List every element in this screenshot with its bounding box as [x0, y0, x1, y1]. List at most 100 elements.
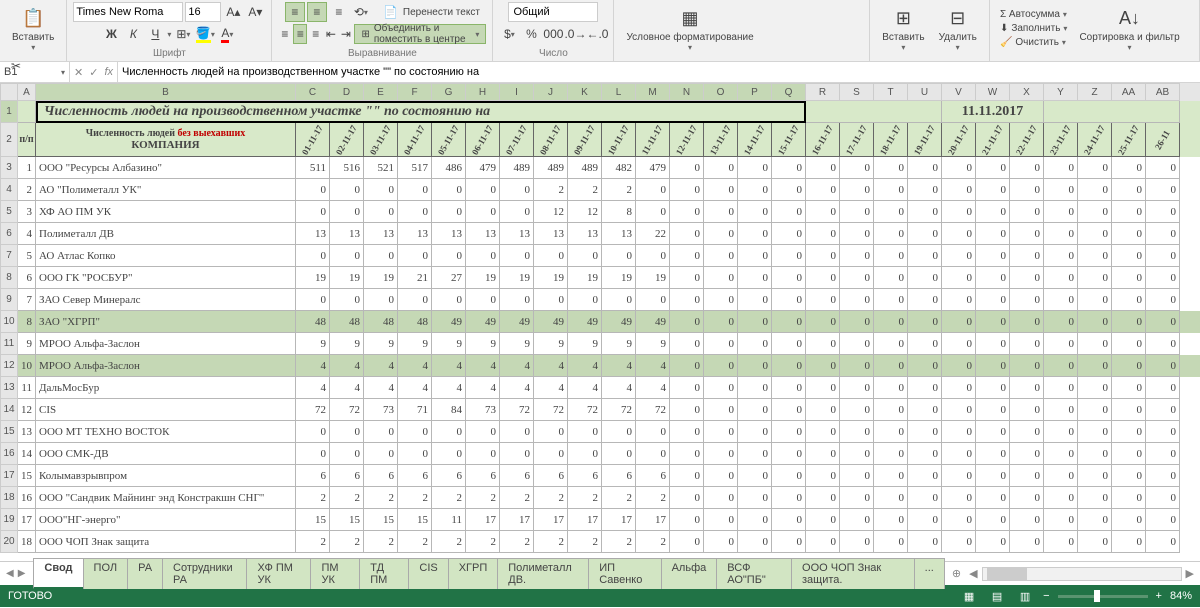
column-header[interactable]: D: [330, 83, 364, 101]
select-all-corner[interactable]: [0, 83, 18, 101]
clear-button[interactable]: 🧹Очистить▾: [996, 36, 1072, 49]
row-header[interactable]: 14: [0, 399, 18, 421]
add-sheet-button[interactable]: ⊕: [944, 565, 969, 582]
page-layout-view-button[interactable]: ▤: [987, 587, 1007, 605]
indent-inc-button[interactable]: ⇥: [339, 24, 352, 44]
bold-button[interactable]: Ж: [101, 24, 121, 44]
row-header[interactable]: 4: [0, 179, 18, 201]
column-header[interactable]: A: [18, 83, 36, 101]
column-header[interactable]: L: [602, 83, 636, 101]
row-header[interactable]: 2: [0, 123, 18, 157]
font-name-select[interactable]: [73, 2, 183, 22]
sheet-tab[interactable]: Альфа: [661, 558, 718, 589]
align-right-button[interactable]: ≡: [309, 24, 322, 44]
column-header[interactable]: X: [1010, 83, 1044, 101]
sheet-tab[interactable]: ООО ЧОП Знак защита.: [791, 558, 915, 589]
sheet-tab[interactable]: ХГРП: [448, 558, 499, 589]
sheet-tab[interactable]: ИП Савенко: [588, 558, 661, 589]
paste-button[interactable]: 📋 Вставить ▾: [6, 2, 60, 54]
normal-view-button[interactable]: ▦: [959, 587, 979, 605]
column-header[interactable]: B: [36, 83, 296, 101]
dec-decimal-button[interactable]: ←.0: [587, 24, 607, 44]
shrink-font-button[interactable]: A▾: [245, 2, 265, 22]
align-middle-button[interactable]: ≡: [307, 2, 327, 22]
column-header[interactable]: H: [466, 83, 500, 101]
column-header[interactable]: R: [806, 83, 840, 101]
inc-decimal-button[interactable]: .0→: [565, 24, 585, 44]
row-header[interactable]: 15: [0, 421, 18, 443]
row-header[interactable]: 18: [0, 487, 18, 509]
column-header[interactable]: G: [432, 83, 466, 101]
row-header[interactable]: 20: [0, 531, 18, 553]
scroll-right-button[interactable]: ▶: [1186, 567, 1194, 580]
accept-formula-button[interactable]: ✓: [89, 66, 98, 79]
formula-input[interactable]: [118, 62, 1200, 82]
grow-font-button[interactable]: A▴: [223, 2, 243, 22]
autosum-button[interactable]: Σ Автосумма▾: [996, 8, 1072, 21]
column-headers[interactable]: ABCDEFGHIJKLMNOPQRSTUVWXYZAAAB: [18, 83, 1200, 101]
percent-button[interactable]: %: [521, 24, 541, 44]
zoom-in-button[interactable]: +: [1156, 590, 1162, 602]
sheet-tab[interactable]: ХФ ПМ УК: [246, 558, 311, 589]
row-header[interactable]: 19: [0, 509, 18, 531]
sheet-tab[interactable]: Свод: [33, 558, 83, 589]
row-header[interactable]: 8: [0, 267, 18, 289]
sheet-tab[interactable]: Сотрудники РА: [162, 558, 247, 589]
sheet-tab[interactable]: ПМ УК: [310, 558, 360, 589]
underline-button[interactable]: Ч: [145, 24, 165, 44]
row-header[interactable]: 13: [0, 377, 18, 399]
column-header[interactable]: Z: [1078, 83, 1112, 101]
sheet-tab[interactable]: ТД ПМ: [359, 558, 409, 589]
row-header[interactable]: 3: [0, 157, 18, 179]
row-header[interactable]: 1: [0, 101, 18, 123]
column-header[interactable]: M: [636, 83, 670, 101]
row-headers[interactable]: 1234567891011121314151617181920: [0, 101, 18, 553]
row-header[interactable]: 6: [0, 223, 18, 245]
column-header[interactable]: U: [908, 83, 942, 101]
delete-cells-button[interactable]: ⊟Удалить▾: [933, 2, 983, 54]
merge-center-button[interactable]: ⊞Объединить и поместить в центре▾: [354, 24, 486, 44]
sheet-tab[interactable]: ВСФ АО"ПБ": [716, 558, 792, 589]
column-header[interactable]: O: [704, 83, 738, 101]
font-size-select[interactable]: [185, 2, 221, 22]
align-bottom-button[interactable]: ≡: [329, 2, 349, 22]
column-header[interactable]: F: [398, 83, 432, 101]
column-header[interactable]: P: [738, 83, 772, 101]
currency-button[interactable]: $▾: [499, 24, 519, 44]
row-header[interactable]: 11: [0, 333, 18, 355]
orientation-button[interactable]: ⟲▾: [351, 2, 371, 22]
sheet-tab[interactable]: РА: [127, 558, 163, 589]
column-header[interactable]: E: [364, 83, 398, 101]
cells-area[interactable]: Численность людей на производственном уч…: [18, 101, 1200, 553]
sheet-tab[interactable]: ПОЛ: [83, 558, 129, 589]
borders-button[interactable]: ⊞▾: [173, 24, 193, 44]
insert-cells-button[interactable]: ⊞Вставить▾: [876, 2, 930, 54]
font-color-button[interactable]: A▾: [217, 24, 237, 44]
cancel-formula-button[interactable]: ✕: [74, 66, 83, 79]
fill-color-button[interactable]: 🪣▾: [195, 24, 215, 44]
horizontal-scrollbar[interactable]: [982, 567, 1182, 581]
sheet-tab[interactable]: Полиметалл ДВ.: [497, 558, 589, 589]
column-header[interactable]: AB: [1146, 83, 1180, 101]
column-header[interactable]: Y: [1044, 83, 1078, 101]
row-header[interactable]: 7: [0, 245, 18, 267]
column-header[interactable]: S: [840, 83, 874, 101]
conditional-format-button[interactable]: ▦Условное форматирование▾: [620, 2, 759, 54]
name-box[interactable]: B1▾: [0, 62, 70, 82]
column-header[interactable]: V: [942, 83, 976, 101]
column-header[interactable]: C: [296, 83, 330, 101]
fill-button[interactable]: ⬇Заполнить▾: [996, 22, 1072, 35]
indent-dec-button[interactable]: ⇤: [324, 24, 337, 44]
column-header[interactable]: T: [874, 83, 908, 101]
row-header[interactable]: 9: [0, 289, 18, 311]
thousands-button[interactable]: 000: [543, 24, 563, 44]
row-header[interactable]: 16: [0, 443, 18, 465]
italic-button[interactable]: К: [123, 24, 143, 44]
align-center-button[interactable]: ≡: [293, 24, 307, 44]
row-header[interactable]: 10: [0, 311, 18, 333]
column-header[interactable]: K: [568, 83, 602, 101]
row-header[interactable]: 5: [0, 201, 18, 223]
column-header[interactable]: J: [534, 83, 568, 101]
wrap-text-button[interactable]: 📄: [381, 2, 401, 22]
align-left-button[interactable]: ≡: [278, 24, 291, 44]
